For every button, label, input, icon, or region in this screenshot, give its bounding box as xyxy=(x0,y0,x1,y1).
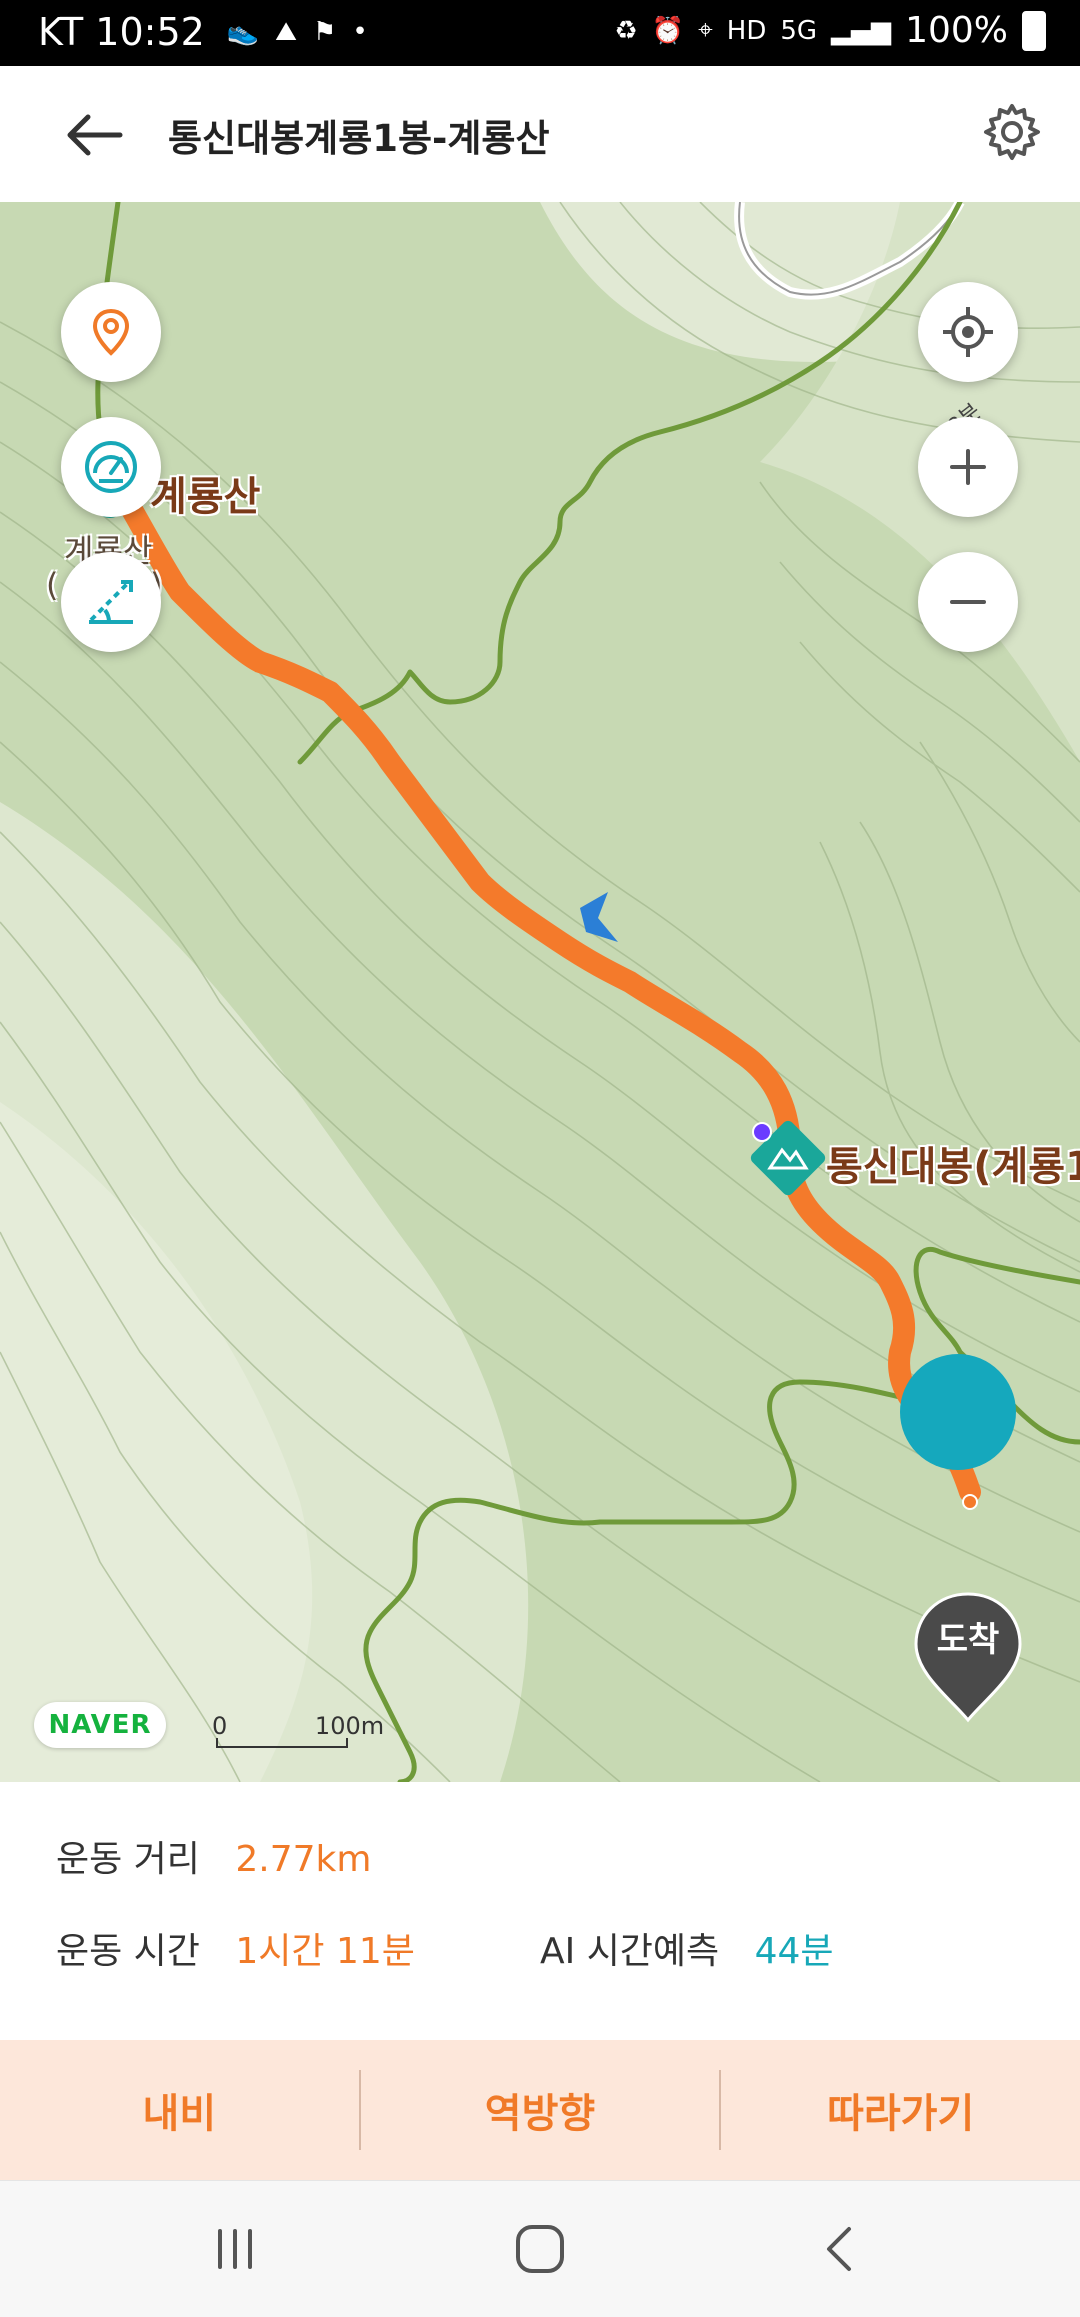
chevron-left-icon xyxy=(827,2227,851,2271)
distance-label: 운동 거리 xyxy=(56,1839,200,1880)
recent-apps-icon xyxy=(218,2229,252,2269)
system-nav-bar xyxy=(0,2180,1080,2317)
network-icon: 5G xyxy=(780,15,818,46)
arrival-label: 도착 xyxy=(936,1620,1000,1660)
peak-sublabel-open: ( xyxy=(46,566,59,604)
location-pin-icon xyxy=(92,308,130,356)
status-left: KT 10:52 👟 ⛰ ⚑ • xyxy=(38,10,368,54)
ai-row: AI 시간예측 44분 xyxy=(540,1922,834,1974)
clock: 10:52 xyxy=(95,10,205,54)
settings-button[interactable] xyxy=(982,102,1042,162)
hd-icon: HD xyxy=(726,15,767,46)
hiking-icon: ⛰ xyxy=(275,16,298,47)
distance-value: 2.77km xyxy=(235,1839,372,1880)
time-value: 1시간 11분 xyxy=(235,1931,415,1972)
follow-button[interactable]: 따라가기 xyxy=(721,2040,1080,2180)
arrow-left-icon xyxy=(67,114,123,156)
home-button[interactable] xyxy=(505,2219,575,2279)
slope-button[interactable] xyxy=(61,552,161,652)
zoom-in-button[interactable] xyxy=(918,417,1018,517)
naver-logo: NAVER xyxy=(34,1702,166,1748)
recent-apps-button[interactable] xyxy=(200,2219,270,2279)
location-pin-button[interactable] xyxy=(61,282,161,382)
home-icon xyxy=(516,2225,564,2273)
title-bar: 통신대봉계룡1봉-계룡산 xyxy=(0,66,1080,203)
action-bar: 내비 역방향 따라가기 xyxy=(0,2040,1080,2180)
slope-icon xyxy=(89,580,133,624)
time-label: 운동 시간 xyxy=(56,1931,200,1972)
battery-icon xyxy=(1022,10,1046,51)
distance-row: 운동 거리 2.77km xyxy=(56,1830,371,1882)
time-row: 운동 시간 1시간 11분 xyxy=(56,1922,415,1974)
dot-icon: • xyxy=(352,17,368,47)
alarm-icon: ⏰ xyxy=(651,15,685,46)
summit-label: 통신대봉(계룡1 xyxy=(826,1144,1080,1190)
location-icon: ⌖ xyxy=(698,15,713,45)
zoom-out-button[interactable] xyxy=(918,552,1018,652)
navigate-button[interactable]: 내비 xyxy=(0,2040,359,2180)
scale-bar xyxy=(216,1738,348,1748)
carrier-label: KT xyxy=(38,10,84,54)
ai-value: 44분 xyxy=(754,1931,834,1972)
shoe-icon: 👟 xyxy=(226,17,260,47)
plus-icon xyxy=(950,449,986,485)
recycle-icon: ♻ xyxy=(614,15,638,46)
speedometer-button[interactable] xyxy=(61,417,161,517)
carrier-time: KT 10:52 xyxy=(38,10,205,54)
gear-icon xyxy=(984,104,1040,160)
crosshair-icon xyxy=(943,307,993,357)
ai-label: AI 시간예측 xyxy=(540,1931,720,1972)
back-nav-button[interactable] xyxy=(805,2219,875,2279)
battery-percent: 100% xyxy=(905,10,1008,51)
flag-icon: ⚑ xyxy=(313,17,337,47)
map-scale: 0 100m xyxy=(212,1712,384,1740)
page-title: 통신대봉계룡1봉-계룡산 xyxy=(168,117,550,160)
map-view[interactable]: <-18분 계룡산 계룡산 ( ) 통신대봉(계룡1 xyxy=(0,202,1080,1782)
scale-end: 100m xyxy=(314,1712,385,1740)
status-bar: KT 10:52 👟 ⛰ ⚑ • ♻ ⏰ ⌖ HD 5G ▂▄▆ 100% xyxy=(0,0,1080,66)
scale-start: 0 xyxy=(212,1712,228,1740)
minus-icon xyxy=(950,600,986,604)
signal-icon: ▂▄▆ xyxy=(831,15,892,46)
reverse-button[interactable]: 역방향 xyxy=(361,2040,720,2180)
status-right: ♻ ⏰ ⌖ HD 5G ▂▄▆ 100% xyxy=(614,10,1046,51)
back-button[interactable] xyxy=(60,110,130,160)
info-panel: 운동 거리 2.77km 운동 시간 1시간 11분 AI 시간예측 44분 xyxy=(0,1782,1080,2040)
peak-label: 계룡산 xyxy=(150,474,261,520)
speedometer-icon xyxy=(85,441,137,493)
my-location-button[interactable] xyxy=(918,282,1018,382)
notification-icons: 👟 ⛰ ⚑ • xyxy=(227,17,368,48)
